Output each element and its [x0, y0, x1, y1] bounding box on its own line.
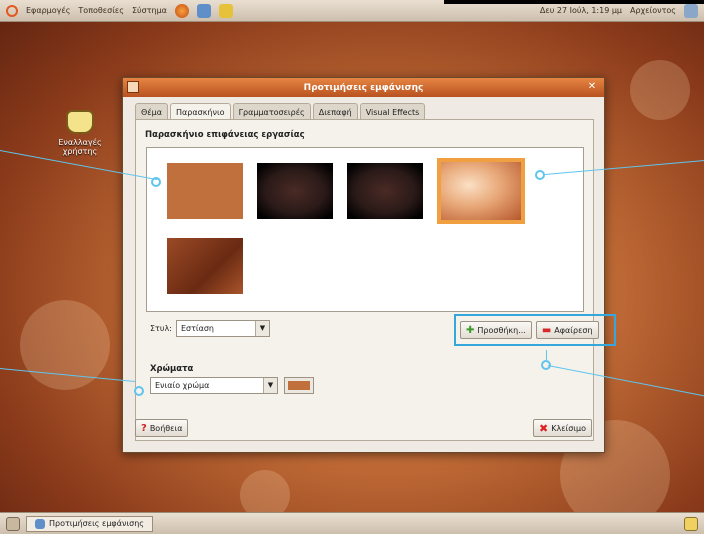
taskbar-window-button[interactable]: Προτιμήσεις εμφάνισης	[26, 515, 153, 532]
wallpaper-thumbnail-brown[interactable]	[167, 238, 243, 294]
menu-system[interactable]: Σύστημα	[132, 6, 167, 15]
wallpaper-list[interactable]	[146, 147, 584, 312]
appearance-preferences-dialog: Προτιμήσεις εμφάνισης ✕ Θέμα Παρασκήνιο …	[122, 77, 616, 453]
chevron-down-icon: ▼	[254, 321, 269, 336]
remove-wallpaper-button[interactable]: ▬ Αφαίρεση	[535, 321, 599, 339]
wallpaper-thumbnail-dark-2[interactable]	[347, 163, 423, 219]
color-swatch	[288, 381, 310, 390]
section-title: Παρασκήνιο επιφάνειας εργασίας	[145, 130, 305, 140]
user-menu[interactable]: Αρχείοντος	[630, 6, 676, 15]
callout-line	[546, 350, 547, 360]
chevron-down-icon: ▼	[263, 378, 277, 393]
color-mode-value: Ενιαίο χρώμα	[155, 381, 210, 390]
close-x-icon: ✖	[539, 421, 549, 435]
color-picker-button[interactable]	[284, 377, 314, 394]
remove-button-label: Αφαίρεση	[554, 325, 593, 335]
bokeh-light	[630, 60, 690, 120]
firefox-launcher-icon[interactable]	[174, 3, 189, 18]
desktop-icon-label: Εναλλαγές χρήστης	[58, 138, 102, 156]
callout-marker	[134, 386, 144, 396]
window-icon	[35, 518, 45, 529]
switch-user-icon	[66, 110, 94, 134]
dialog-titlebar[interactable]: Προτιμήσεις εμφάνισης ✕	[123, 78, 604, 97]
wallpaper-thumbnail-solid[interactable]	[167, 163, 243, 219]
plus-icon: ✚	[466, 324, 475, 336]
close-button[interactable]: ✖ Κλείσιμο	[533, 419, 592, 437]
ubuntu-logo-icon[interactable]	[6, 4, 18, 17]
network-icon[interactable]	[684, 3, 698, 18]
style-label: Στυλ:	[150, 324, 172, 333]
screen-edge-bar	[444, 0, 704, 4]
background-tab-panel: Παρασκήνιο επιφάνειας εργασίας Στυλ: Εστ…	[135, 119, 616, 441]
help-button-label: Βοήθεια	[149, 423, 183, 433]
colors-title: Χρώματα	[150, 364, 194, 374]
menu-places[interactable]: Τοποθεσίες	[78, 6, 124, 15]
workspace-switcher-icon[interactable]	[684, 516, 698, 531]
bottom-panel: Προτιμήσεις εμφάνισης	[0, 512, 704, 534]
menu-applications[interactable]: Εφαρμογές	[26, 6, 70, 15]
help-icon: ?	[141, 422, 147, 434]
style-combo-value: Εστίαση	[180, 324, 214, 333]
colors-row: Ενιαίο χρώμα ▼	[150, 377, 314, 394]
dialog-title: Προτιμήσεις εμφάνισης	[303, 82, 424, 93]
wallpaper-thumbnail-selected[interactable]	[437, 158, 525, 224]
callout-marker	[151, 177, 161, 187]
close-icon[interactable]: ✕	[585, 80, 599, 94]
dialog-button-row: ? Βοήθεια ✖ Κλείσιμο	[135, 419, 592, 437]
add-button-label: Προσθήκη...	[477, 325, 526, 335]
help-button[interactable]: ? Βοήθεια	[135, 419, 189, 437]
window-menu-icon[interactable]	[127, 81, 139, 93]
close-button-label: Κλείσιμο	[551, 423, 586, 433]
minus-icon: ▬	[541, 324, 552, 336]
wallpaper-thumbnail-dark-1[interactable]	[257, 163, 333, 219]
taskbar-window-label: Προτιμήσεις εμφάνισης	[49, 519, 144, 528]
style-combo[interactable]: Εστίαση ▼	[175, 320, 270, 337]
callout-marker	[541, 360, 551, 370]
help-launcher-icon[interactable]	[218, 3, 233, 18]
mail-launcher-icon[interactable]	[196, 3, 211, 18]
clock[interactable]: Δευ 27 Ιούλ, 1:19 μμ	[540, 6, 622, 15]
callout-marker	[535, 170, 545, 180]
style-row: Στυλ: Εστίαση ▼	[150, 320, 270, 337]
show-desktop-icon[interactable]	[6, 516, 20, 531]
color-mode-combo[interactable]: Ενιαίο χρώμα ▼	[150, 377, 278, 394]
add-wallpaper-button[interactable]: ✚ Προσθήκη...	[460, 321, 532, 339]
desktop-icon-switch-user[interactable]: Εναλλαγές χρήστης	[40, 110, 120, 156]
add-remove-highlight: ✚ Προσθήκη... ▬ Αφαίρεση	[454, 314, 616, 346]
